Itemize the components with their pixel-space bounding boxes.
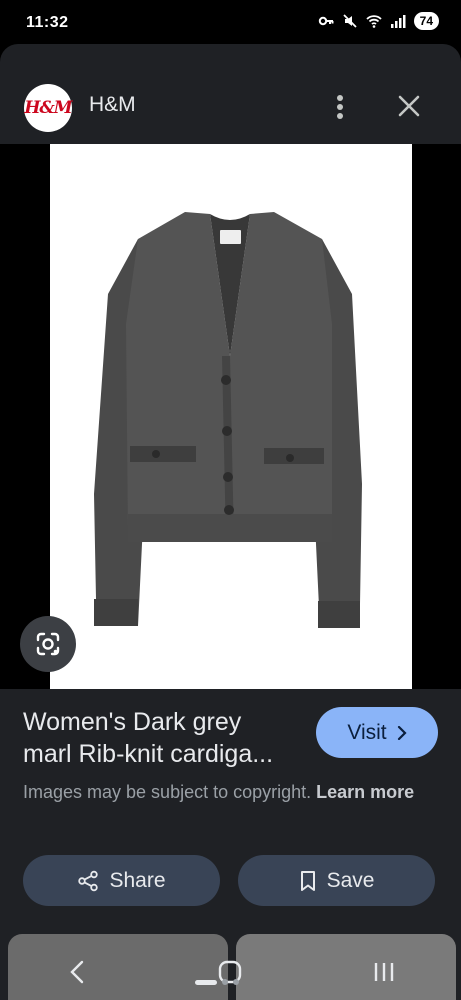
page-indicator-dot <box>222 979 228 985</box>
sheet-header: H&M H&M <box>0 44 461 144</box>
share-icon <box>78 870 99 891</box>
chevron-right-icon <box>397 725 407 740</box>
google-lens-button[interactable] <box>20 616 76 672</box>
learn-more-link[interactable]: Learn more <box>316 782 414 802</box>
close-icon <box>398 95 420 117</box>
product-image[interactable] <box>50 144 412 689</box>
battery-indicator: 74 <box>413 12 439 30</box>
result-title-line2: marl Rib-knit cardiga... <box>23 740 274 768</box>
share-button-label: Share <box>109 868 166 892</box>
more-options-button[interactable] <box>327 90 353 124</box>
copyright-notice: Images may be subject to copyright. Lear… <box>23 779 423 806</box>
status-icons: 74 <box>318 12 439 30</box>
status-time: 11:32 <box>26 14 69 31</box>
back-icon <box>70 960 84 984</box>
recents-icon <box>374 963 394 981</box>
image-detail-sheet: H&M H&M Women's Dark grey marl Rib-knit … <box>0 44 461 1000</box>
visit-button-label: Visit <box>347 720 387 744</box>
nav-home-button[interactable] <box>200 952 260 992</box>
bookmark-icon <box>300 870 315 891</box>
result-title-line1: Women's Dark grey <box>23 708 242 736</box>
mute-icon <box>343 14 357 28</box>
page-indicator-active <box>195 979 217 985</box>
site-name[interactable]: H&M <box>89 93 136 117</box>
system-nav-bar <box>0 944 461 1000</box>
site-logo: H&M <box>24 84 73 132</box>
nav-recents-button[interactable] <box>354 952 414 992</box>
lens-icon <box>36 632 60 656</box>
save-button[interactable]: Save <box>238 855 435 906</box>
result-title[interactable]: Women's Dark grey marl Rib-knit cardiga.… <box>23 706 303 770</box>
share-button[interactable]: Share <box>23 855 220 906</box>
nav-back-button[interactable] <box>47 952 107 992</box>
save-button-label: Save <box>326 868 375 892</box>
key-icon <box>318 16 334 26</box>
status-bar: 11:32 74 <box>0 0 461 44</box>
page-indicator-dot <box>233 979 239 985</box>
logo-text: H&M <box>24 98 72 118</box>
copyright-text: Images may be subject to copyright. <box>23 782 312 802</box>
close-button[interactable] <box>393 90 425 122</box>
signal-icon <box>390 15 406 28</box>
more-vert-icon <box>337 95 343 119</box>
image-viewer <box>0 144 461 689</box>
page-indicator <box>195 979 239 985</box>
cardigan-image <box>94 212 362 628</box>
visit-button[interactable]: Visit <box>316 707 438 758</box>
wifi-icon <box>366 15 382 28</box>
